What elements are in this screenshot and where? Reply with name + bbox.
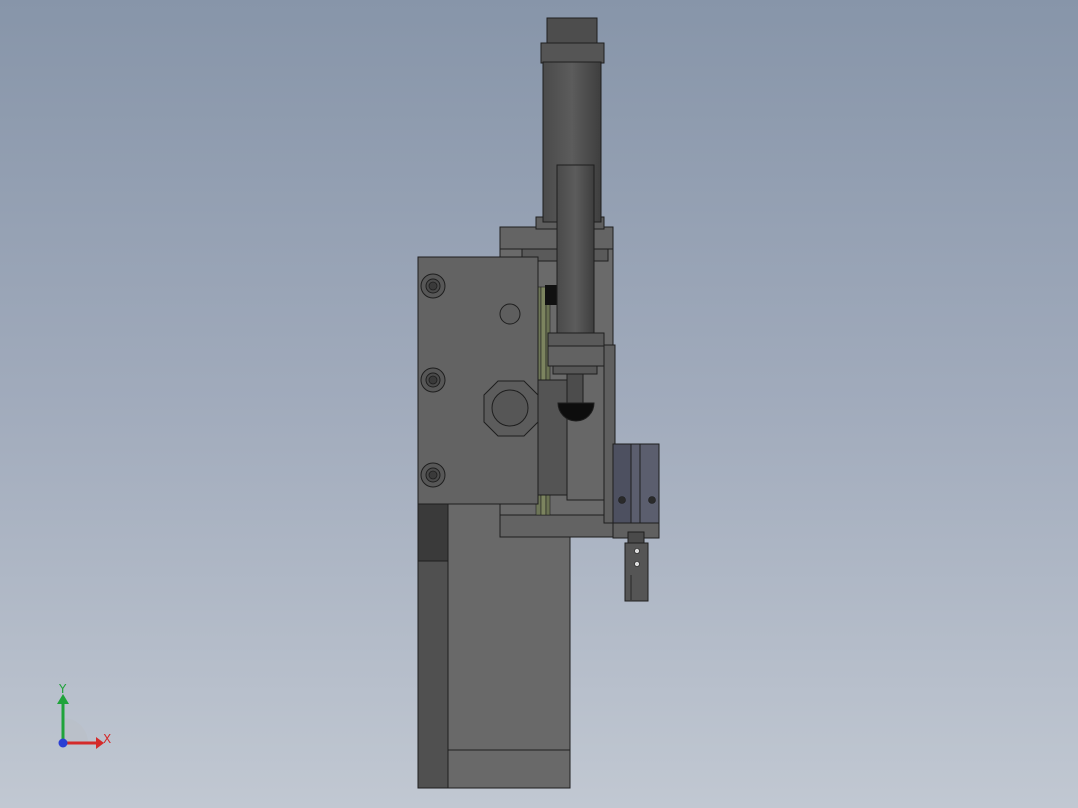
hex-nut[interactable]: [483, 380, 539, 437]
socket-bolt-top[interactable]: [420, 273, 446, 299]
front-mounting-plate[interactable]: [417, 256, 539, 505]
socket-bolt-middle[interactable]: [420, 367, 446, 393]
graphics-viewport[interactable]: Y X: [0, 0, 1078, 808]
axis-triad: Y X: [57, 682, 111, 749]
gripper-cylinder[interactable]: [612, 443, 660, 602]
cad-model-view[interactable]: [0, 0, 1078, 808]
x-axis-label: X: [103, 732, 111, 746]
pin-hole[interactable]: [499, 303, 521, 325]
z-axis-dot: [58, 738, 68, 748]
air-cylinder[interactable]: [540, 17, 605, 422]
lower-column[interactable]: [417, 502, 571, 789]
y-axis-label: Y: [58, 682, 67, 696]
socket-bolt-bottom[interactable]: [420, 462, 446, 488]
